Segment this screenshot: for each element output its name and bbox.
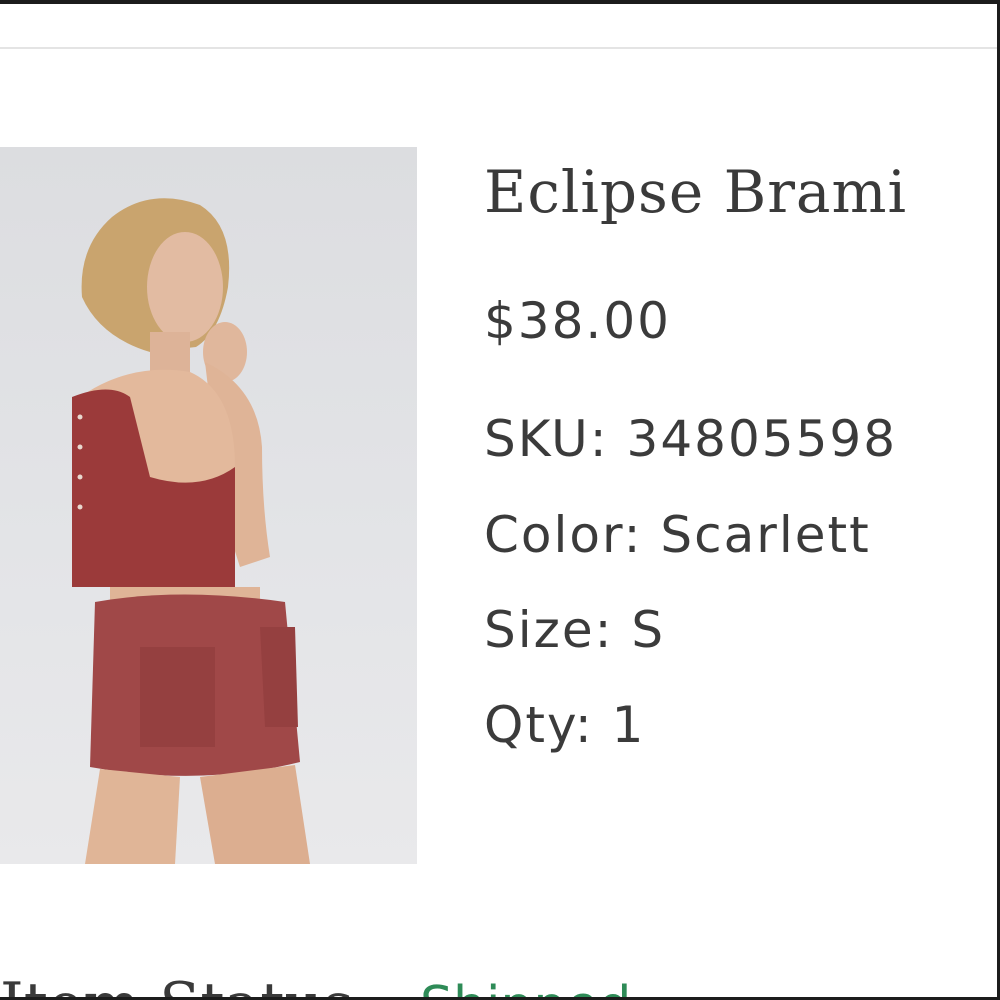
product-sku: SKU: 34805598 xyxy=(484,410,898,468)
product-size: Size: S xyxy=(484,601,666,659)
header-divider xyxy=(0,47,1000,49)
item-status-label: Item Status: xyxy=(0,970,374,1000)
header-bar xyxy=(0,4,1000,48)
product-photo-illustration xyxy=(72,198,310,864)
product-color: Color: Scarlett xyxy=(484,506,871,564)
product-image[interactable] xyxy=(0,147,417,864)
product-price: $38.00 xyxy=(484,292,671,350)
product-name[interactable]: Eclipse Brami xyxy=(484,158,907,226)
order-item-screen: Eclipse Brami $38.00 SKU: 34805598 Color… xyxy=(0,0,1000,1000)
item-status-row: Item Status: Shipped xyxy=(0,962,1000,1000)
product-quantity: Qty: 1 xyxy=(484,696,646,754)
